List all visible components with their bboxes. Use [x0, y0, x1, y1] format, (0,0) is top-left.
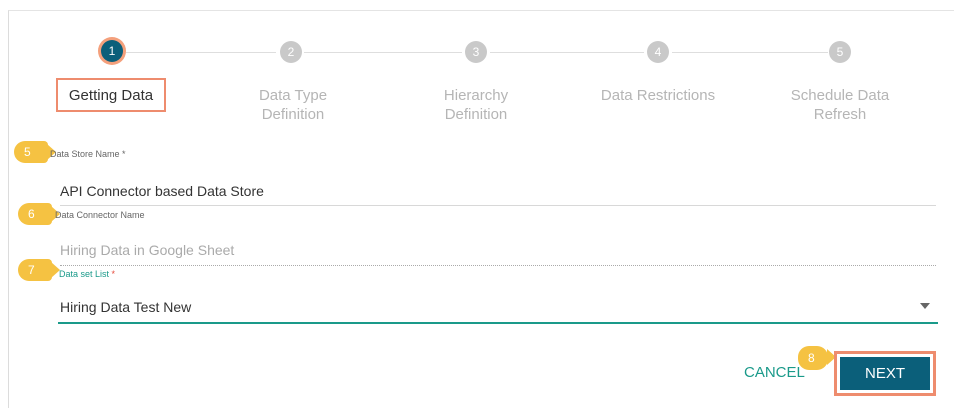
step-4-indicator[interactable]: 4 — [647, 41, 669, 63]
wizard-stepper: 1 2 3 4 5 Getting Data Data Type Definit… — [0, 0, 956, 130]
data-connector-name-underline — [60, 265, 936, 266]
cancel-button[interactable]: CANCEL — [744, 364, 805, 381]
step-5-indicator[interactable]: 5 — [829, 41, 851, 63]
next-button[interactable]: NEXT — [840, 357, 930, 390]
step-1-label[interactable]: Getting Data — [46, 86, 176, 105]
data-connector-name-input: Hiring Data in Google Sheet — [60, 242, 235, 258]
step-connector — [304, 52, 462, 53]
chevron-down-icon[interactable] — [920, 303, 930, 309]
data-store-name-underline — [60, 205, 936, 206]
step-3-label-line1: Hierarchy — [443, 87, 509, 104]
callout-6: 6 — [18, 203, 60, 225]
step-2-label-line1: Data Type — [258, 87, 328, 104]
callout-5: 5 — [14, 141, 56, 163]
step-1-indicator[interactable]: 1 — [101, 40, 123, 62]
data-store-name-label: Data Store Name * — [50, 149, 126, 159]
step-connector — [126, 52, 276, 53]
callout-7: 7 — [18, 259, 60, 281]
step-connector — [490, 52, 644, 53]
step-1-label-line1: Getting Data — [68, 87, 154, 104]
required-mark: * — [111, 269, 116, 279]
data-store-name-input[interactable]: API Connector based Data Store — [60, 183, 264, 199]
data-set-list-underline — [58, 322, 938, 324]
data-store-name-label-text: Data Store Name — [50, 149, 120, 159]
step-connector — [672, 52, 828, 53]
callout-8: 8 — [798, 346, 836, 370]
step-5-label[interactable]: Schedule Data Refresh — [775, 86, 905, 124]
step-4-label-line1: Data Restrictions — [600, 87, 716, 104]
step-3-indicator[interactable]: 3 — [465, 41, 487, 63]
data-set-list-select[interactable]: Hiring Data Test New — [60, 299, 191, 315]
required-mark: * — [122, 149, 126, 159]
step-3-label[interactable]: Hierarchy Definition — [411, 86, 541, 124]
step-2-indicator[interactable]: 2 — [280, 41, 302, 63]
next-button-highlight: NEXT — [834, 351, 936, 396]
data-set-list-label: Data set List * — [59, 269, 115, 279]
step-5-label-line2: Refresh — [813, 106, 867, 123]
data-connector-name-label: Data Connector Name — [55, 210, 145, 220]
step-2-label[interactable]: Data Type Definition — [228, 86, 358, 124]
data-set-list-label-text: Data set List — [59, 269, 110, 279]
step-5-label-line1: Schedule Data — [790, 87, 890, 104]
step-2-label-line2: Definition — [261, 106, 325, 123]
step-3-label-line2: Definition — [444, 106, 508, 123]
step-4-label[interactable]: Data Restrictions — [593, 86, 723, 105]
